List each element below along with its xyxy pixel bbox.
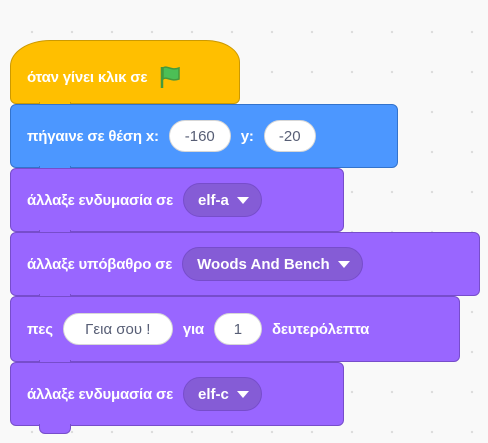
switch-costume-block[interactable]: άλλαξε ενδυμασία σε elf-a	[10, 168, 344, 240]
seconds-label: δευτερόλεπτα	[271, 320, 370, 338]
backdrop-dropdown[interactable]: Woods And Bench	[182, 247, 363, 281]
say-for-secs-block[interactable]: πες Γεια σου ! για 1 δευτερόλεπτα	[10, 296, 460, 370]
y-label: y:	[240, 127, 254, 145]
backdrop-value: Woods And Bench	[197, 255, 330, 273]
costume-label: άλλαξε ενδυμασία σε	[27, 191, 173, 209]
green-flag-icon	[157, 65, 183, 89]
costume-dropdown[interactable]: elf-a	[183, 183, 262, 217]
goto-label: πήγαινε σε θέση x:	[27, 127, 159, 145]
dropdown-arrow-icon	[236, 196, 249, 204]
costume-label: άλλαξε ενδυμασία σε	[27, 385, 173, 403]
when-flag-clicked-block[interactable]: όταν γίνει κλικ σε	[10, 40, 240, 112]
y-input[interactable]: -20	[263, 120, 316, 152]
costume-dropdown[interactable]: elf-c	[183, 377, 262, 411]
backdrop-label: άλλαξε υπόβαθρο σε	[27, 255, 173, 273]
say-label: πες	[27, 320, 53, 338]
switch-costume-block[interactable]: άλλαξε ενδυμασία σε elf-c	[10, 362, 344, 434]
for-label: για	[182, 320, 204, 338]
costume-value: elf-a	[198, 191, 229, 209]
dropdown-arrow-icon	[236, 390, 249, 398]
seconds-input[interactable]: 1	[213, 313, 262, 345]
dropdown-arrow-icon	[337, 260, 350, 268]
costume-value: elf-c	[198, 385, 229, 403]
hat-label: όταν γίνει κλικ σε	[27, 68, 148, 86]
switch-backdrop-block[interactable]: άλλαξε υπόβαθρο σε Woods And Bench	[10, 232, 480, 304]
x-input[interactable]: -160	[168, 120, 231, 152]
message-input[interactable]: Γεια σου !	[62, 313, 173, 345]
goto-xy-block[interactable]: πήγαινε σε θέση x: -160 y: -20	[10, 104, 398, 176]
block-notch	[39, 424, 71, 434]
